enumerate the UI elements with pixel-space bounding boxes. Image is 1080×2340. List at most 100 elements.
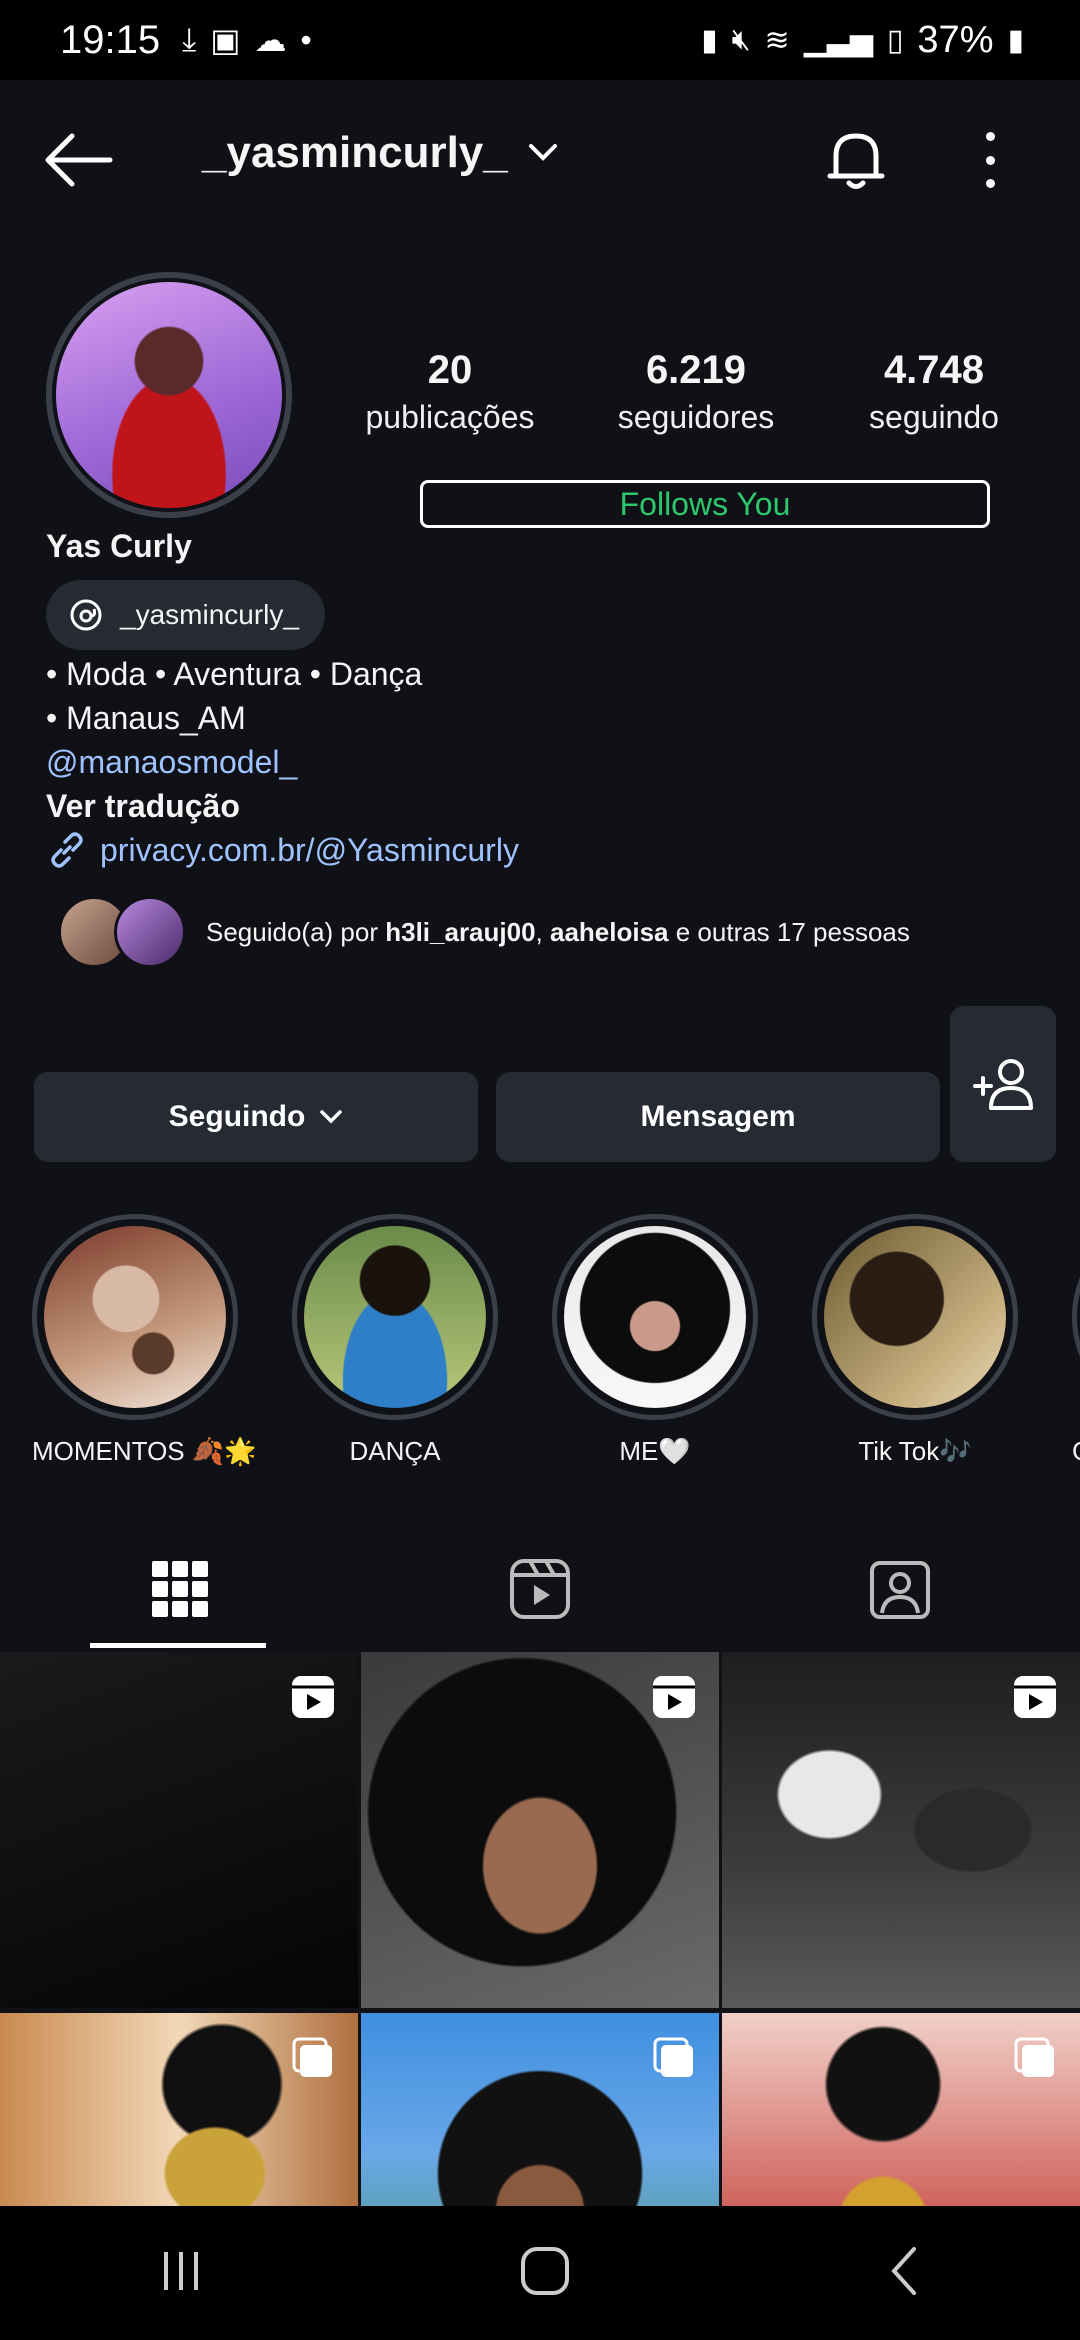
username: _yasmincurly_: [202, 128, 508, 177]
bio: • Moda • Aventura • Dança • Manaus_AM @m…: [46, 652, 519, 872]
carousel-icon: [1014, 2037, 1054, 2077]
message-label: Mensagem: [640, 1100, 796, 1133]
chevron-down-icon: [528, 144, 557, 161]
notification-icons: ⤓ ▣ ☁ •: [182, 21, 312, 59]
dot: [985, 179, 995, 188]
post-thumbnail[interactable]: [722, 1652, 1080, 2008]
battery-level: 37%: [917, 18, 994, 61]
weather-icon: ☁: [254, 22, 287, 58]
highlight-cover: [304, 1226, 486, 1408]
highlight-label: MOMENTOS 🍂🌟: [32, 1436, 257, 1466]
mute-icon: 🔇︎: [731, 23, 751, 56]
posts-grid: [0, 1652, 1080, 2212]
highlight-item[interactable]: Tik Tok🎶: [812, 1214, 1018, 1467]
back-button[interactable]: [40, 130, 114, 190]
dot: [985, 132, 995, 141]
separator: ,: [535, 916, 550, 947]
followers-count: 6.219: [645, 348, 747, 392]
more-options-button[interactable]: [960, 126, 1020, 194]
highlight-label: DANÇA: [349, 1436, 441, 1466]
dot-icon: •: [300, 21, 312, 58]
avatar-image: [56, 282, 282, 508]
highlight-label: Tik Tok🎶: [858, 1436, 972, 1466]
recent-apps-icon: [164, 2251, 199, 2290]
system-nav-bar: [0, 2206, 1080, 2340]
threads-icon: [70, 599, 102, 631]
stat-followers[interactable]: 6.219 seguidores: [586, 348, 806, 436]
post-thumbnail[interactable]: [0, 1652, 358, 2008]
bio-mention-link[interactable]: @manaosmodel_: [46, 740, 519, 784]
highlight-cover: [44, 1226, 226, 1408]
followed-by[interactable]: Seguido(a) por h3li_arauj00, aaheloisa e…: [58, 896, 910, 968]
home-button[interactable]: [519, 2245, 571, 2302]
translate-button[interactable]: Ver tradução: [46, 784, 519, 828]
grid-icon: [152, 1561, 208, 1617]
post-thumbnail[interactable]: [361, 1652, 719, 2008]
stat-following[interactable]: 4.748 seguindo: [844, 348, 1024, 436]
followers-label: seguidores: [617, 399, 775, 435]
follows-you-badge: Follows You: [420, 480, 990, 528]
add-user-icon: [973, 1059, 1033, 1110]
posts-count: 20: [427, 348, 473, 392]
arrow-left-icon: [45, 133, 113, 187]
download-icon: ⤓: [182, 21, 197, 57]
post-thumbnail[interactable]: [0, 2013, 358, 2212]
avatar: [114, 896, 186, 968]
recent-apps-button[interactable]: [156, 2246, 206, 2301]
highlight-cover: [564, 1226, 746, 1408]
status-time: 19:15: [60, 17, 161, 62]
following-button[interactable]: Seguindo: [34, 1072, 478, 1162]
highlight-item[interactable]: ME🤍: [552, 1214, 758, 1467]
signal-icon: ▁▃▅: [803, 23, 873, 57]
chevron-down-icon: [320, 1110, 343, 1124]
status-bar: 19:15 ⤓ ▣ ☁ • ▮ 🔇︎ ≋ ▁▃▅ ▯ 37% ▮: [0, 0, 1080, 80]
notifications-button[interactable]: [822, 126, 890, 194]
threads-handle: _yasmincurly_: [120, 599, 299, 630]
bell-icon: [827, 133, 885, 189]
reel-badge-icon: [1014, 1676, 1056, 1718]
back-nav-button[interactable]: [884, 2245, 924, 2302]
post-thumbnail[interactable]: [722, 2013, 1080, 2212]
wifi-icon: ≋: [764, 23, 790, 57]
bio-line: • Moda • Aventura • Dança: [46, 656, 423, 692]
highlight-cover: [824, 1226, 1006, 1408]
suggested-users-button[interactable]: [950, 1006, 1056, 1162]
post-thumbnail[interactable]: [361, 2013, 719, 2212]
highlight-item[interactable]: MOMENTOS 🍂🌟: [32, 1214, 257, 1467]
display-name: Yas Curly: [46, 528, 192, 564]
profile-avatar[interactable]: [46, 272, 292, 518]
home-icon: [520, 2246, 569, 2295]
username-switcher[interactable]: _yasmincurly_: [202, 128, 558, 178]
reel-badge-icon: [653, 1676, 695, 1718]
following-label: Seguindo: [168, 1100, 306, 1133]
battery-icon: ▮: [1007, 23, 1024, 57]
mutual-user: aaheloisa: [550, 916, 669, 947]
tab-posts[interactable]: [0, 1530, 360, 1648]
highlight-item[interactable]: G: [1072, 1214, 1080, 1467]
highlight-item[interactable]: DANÇA: [292, 1214, 498, 1467]
carousel-icon: [292, 2037, 332, 2077]
message-button[interactable]: Mensagem: [496, 1072, 940, 1162]
bio-link-text: privacy.com.br/@Yasmincurly: [100, 832, 519, 868]
mutual-avatars: [58, 896, 186, 968]
profile-header: _yasmincurly_: [0, 80, 1080, 240]
back-icon: [890, 2246, 916, 2295]
followed-by-text: Seguido(a) por h3li_arauj00, aaheloisa e…: [206, 917, 910, 948]
tab-reels[interactable]: [360, 1530, 720, 1648]
tagged-icon: [870, 1561, 930, 1619]
threads-badge[interactable]: _yasmincurly_: [46, 580, 325, 650]
posts-label: publicações: [365, 399, 535, 435]
bio-line: • Manaus_AM: [46, 700, 246, 736]
dot: [985, 155, 995, 165]
following-label: seguindo: [869, 399, 999, 435]
stat-posts[interactable]: 20 publicações: [350, 348, 550, 436]
lte-icon: ▯: [886, 23, 904, 57]
mutual-user: h3li_arauj00: [385, 916, 536, 947]
followed-by-suffix: e outras 17 pessoas: [668, 916, 910, 947]
bio-link[interactable]: privacy.com.br/@Yasmincurly: [46, 828, 519, 872]
reels-icon: [510, 1559, 570, 1619]
profile-tabs: [0, 1530, 1080, 1648]
link-icon: [51, 832, 83, 868]
reel-badge-icon: [292, 1676, 334, 1718]
tab-tagged[interactable]: [720, 1530, 1080, 1648]
